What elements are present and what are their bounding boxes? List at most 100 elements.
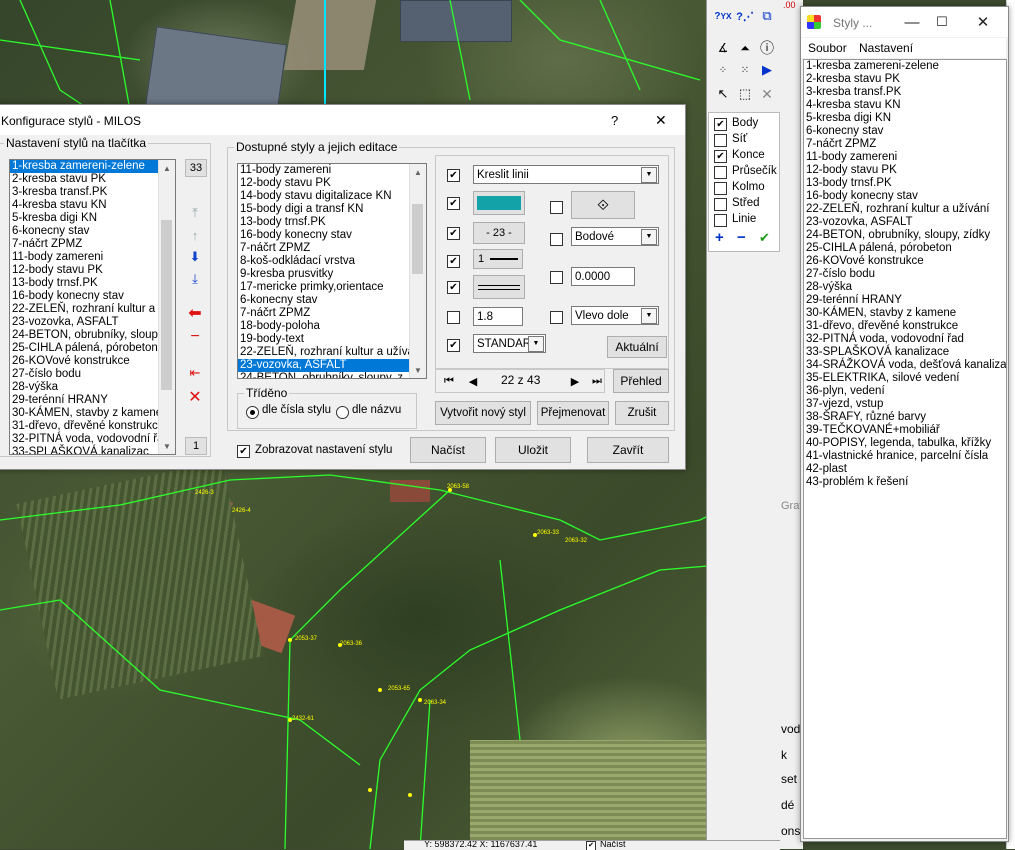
list-item[interactable]: 13-body trnsf.PK [10,277,175,290]
scroll-down-icon[interactable]: ▼ [410,362,426,378]
position-select[interactable]: Vlevo dole ▼ [571,306,659,325]
list-item[interactable]: 9-kresba prusvitky [238,268,426,281]
scroll-up-icon[interactable]: ▲ [410,164,426,180]
list-item[interactable]: 13-body trnsf.PK [238,216,426,229]
info-icon[interactable]: ⓘ [757,38,777,58]
config-dialog-titlebar[interactable]: Konfigurace stylů - MILOS ? ✕ [0,105,685,135]
list-item[interactable]: 23-vozovka, ASFALT [238,359,426,372]
list-item[interactable]: 12-body stavu PK [804,164,1006,177]
clear-icon[interactable]: ✕ [185,387,205,407]
scroll-thumb[interactable] [161,220,172,390]
select-area-icon[interactable]: ⬚ [735,84,755,104]
snap-remove-button[interactable]: − [737,229,746,246]
snap-item-perpendicular[interactable]: Kolmo [714,181,776,195]
close-icon[interactable]: ✕ [655,112,667,129]
list-item[interactable]: 42-plast [804,463,1006,476]
move-top-icon[interactable]: ⤒ [185,203,205,223]
list-item[interactable]: 35-ELEKTRIKA, silové vedení [804,372,1006,385]
maximize-icon[interactable]: ☐ [923,7,961,37]
list-item[interactable]: 39-TEČKOVANÉ+mobiliář [804,424,1006,437]
list-item[interactable]: 4-kresba stavu KN [10,199,175,212]
list-item[interactable]: 19-body-text [238,333,426,346]
save-button[interactable]: Uložit [495,437,571,463]
snap-item-center[interactable]: Střed [714,197,776,211]
list-item[interactable]: 37-vjezd, vstup [804,398,1006,411]
snap-checkbox-line[interactable] [714,214,727,227]
scroll-thumb[interactable] [412,204,423,274]
buttons-list-scrollbar[interactable]: ▲ ▼ [158,160,175,454]
move-down-icon[interactable]: ⬇ [185,247,205,267]
line-style-button[interactable] [473,275,525,299]
angle-icon[interactable]: ∡ [713,38,733,58]
list-item[interactable]: 34-SRÁŽKOVÁ voda, dešťová kanalizace [804,359,1006,372]
snap-checkbox-perpendicular[interactable] [714,182,727,195]
close-icon[interactable]: ✕ [964,7,1002,37]
list-item[interactable]: 25-CIHLA pálená, pórobeton [804,242,1006,255]
list-item[interactable]: 6-konecny stav [10,225,175,238]
list-item[interactable]: 1-kresba zamereni-zelene [804,60,1006,73]
list-item[interactable]: 8-koš-odkládací vrstva [238,255,426,268]
position-checkbox[interactable] [550,311,563,324]
list-item[interactable]: 24-BETON, obrubníky, sloupy, [10,329,175,342]
list-item[interactable]: 5-kresba digi KN [804,112,1006,125]
list-item[interactable]: 6-konecny stav [238,294,426,307]
play-icon[interactable]: ▶ [757,60,777,80]
styles-list-scrollbar[interactable]: ▲ ▼ [409,164,426,378]
list-item[interactable]: 32-PITNÁ voda, vodovodní řa [10,433,175,446]
point-type-select[interactable]: Bodové ▼ [571,227,659,246]
yx-icon[interactable]: ? YX [713,6,733,26]
list-item[interactable]: 7-náčrt ZPMZ [238,307,426,320]
snap-item-grid[interactable]: Síť [714,133,776,147]
overview-button[interactable]: Přehled [613,369,669,393]
list-item[interactable]: 16-body konecny stav [238,229,426,242]
list-item[interactable]: 22-ZELEŇ, rozhraní kultur a už [10,303,175,316]
line-width-button[interactable]: 1 [473,249,523,269]
list-item[interactable]: 11-body zamereni [804,151,1006,164]
list-item[interactable]: 17-mericke primky,orientace [238,281,426,294]
move-up-icon[interactable]: ↑ [185,225,205,245]
menu-settings[interactable]: Nastavení [859,41,913,55]
cancel-button[interactable]: Zrušit [615,401,669,425]
snap-item-intersection[interactable]: Průsečík [714,165,777,179]
help-button[interactable]: ? [611,113,618,128]
list-item[interactable]: 24-BETON, obrubníky, sloupy, z [238,372,426,378]
symbol-checkbox[interactable] [550,201,563,214]
list-item[interactable]: 11-body zamereni [10,251,175,264]
sort-by-name-radio[interactable] [336,406,349,419]
snap-checkbox-center[interactable] [714,198,727,211]
list-item[interactable]: 3-kresba transf.PK [804,86,1006,99]
buttons-style-list[interactable]: 1-kresba zamereni-zelene 2-kresba stavu P… [9,159,176,455]
select-box-icon[interactable]: ⁙ [735,60,755,80]
snap-add-button[interactable]: + [715,229,724,246]
list-item[interactable]: 31-dřevo, dřevěné konstrukce [10,420,175,433]
remove-from-buttons-icon[interactable]: − [185,327,205,347]
standard-checkbox[interactable]: ✔ [447,339,460,352]
list-item[interactable]: 7-náčrt ZPMZ [238,242,426,255]
available-styles-list[interactable]: 11-body zamereni 12-body stavu PK 14-body … [237,163,427,379]
add-to-buttons-icon[interactable]: ⬅ [185,303,205,323]
list-item[interactable]: 2-kresba stavu PK [804,73,1006,86]
list-item[interactable]: 23-vozovka, ASFALT [804,216,1006,229]
list-item[interactable]: 26-KOVové konstrukce [804,255,1006,268]
list-item[interactable]: 23-vozovka, ASFALT [10,316,175,329]
styles-window-titlebar[interactable]: Styly ... — ☐ ✕ [801,7,1008,37]
triangle-icon[interactable]: ⏶ [735,38,755,58]
snap-item-line[interactable]: Linie [714,213,776,227]
symbol-button[interactable]: ⟐ [571,191,635,219]
size-button[interactable]: - 23 - [473,222,525,244]
color-checkbox[interactable]: ✔ [447,197,460,210]
last-style-icon[interactable]: ⏭ [587,371,607,391]
list-item[interactable]: 22-ZELEŇ, rozhraní kultur a užíván [238,346,426,359]
list-item[interactable]: 7-náčrt ZPMZ [10,238,175,251]
snap-confirm-button[interactable]: ✔ [759,230,770,246]
angle-input[interactable]: 0.0000 [571,267,635,286]
select-points-icon[interactable]: ⁘ [713,60,733,80]
list-item[interactable]: 29-terénní HRANY [804,294,1006,307]
snap-checkbox-ends[interactable]: ✔ [714,150,727,163]
list-item[interactable]: 18-body-poloha [238,320,426,333]
first-style-icon[interactable]: ⏮ [439,371,459,391]
color-swatch-button[interactable] [473,191,525,215]
list-item[interactable]: 15-body digi a transf KN [238,203,426,216]
list-item[interactable]: 7-náčrt ZPMZ [804,138,1006,151]
prev-style-icon[interactable]: ◀ [463,371,483,391]
